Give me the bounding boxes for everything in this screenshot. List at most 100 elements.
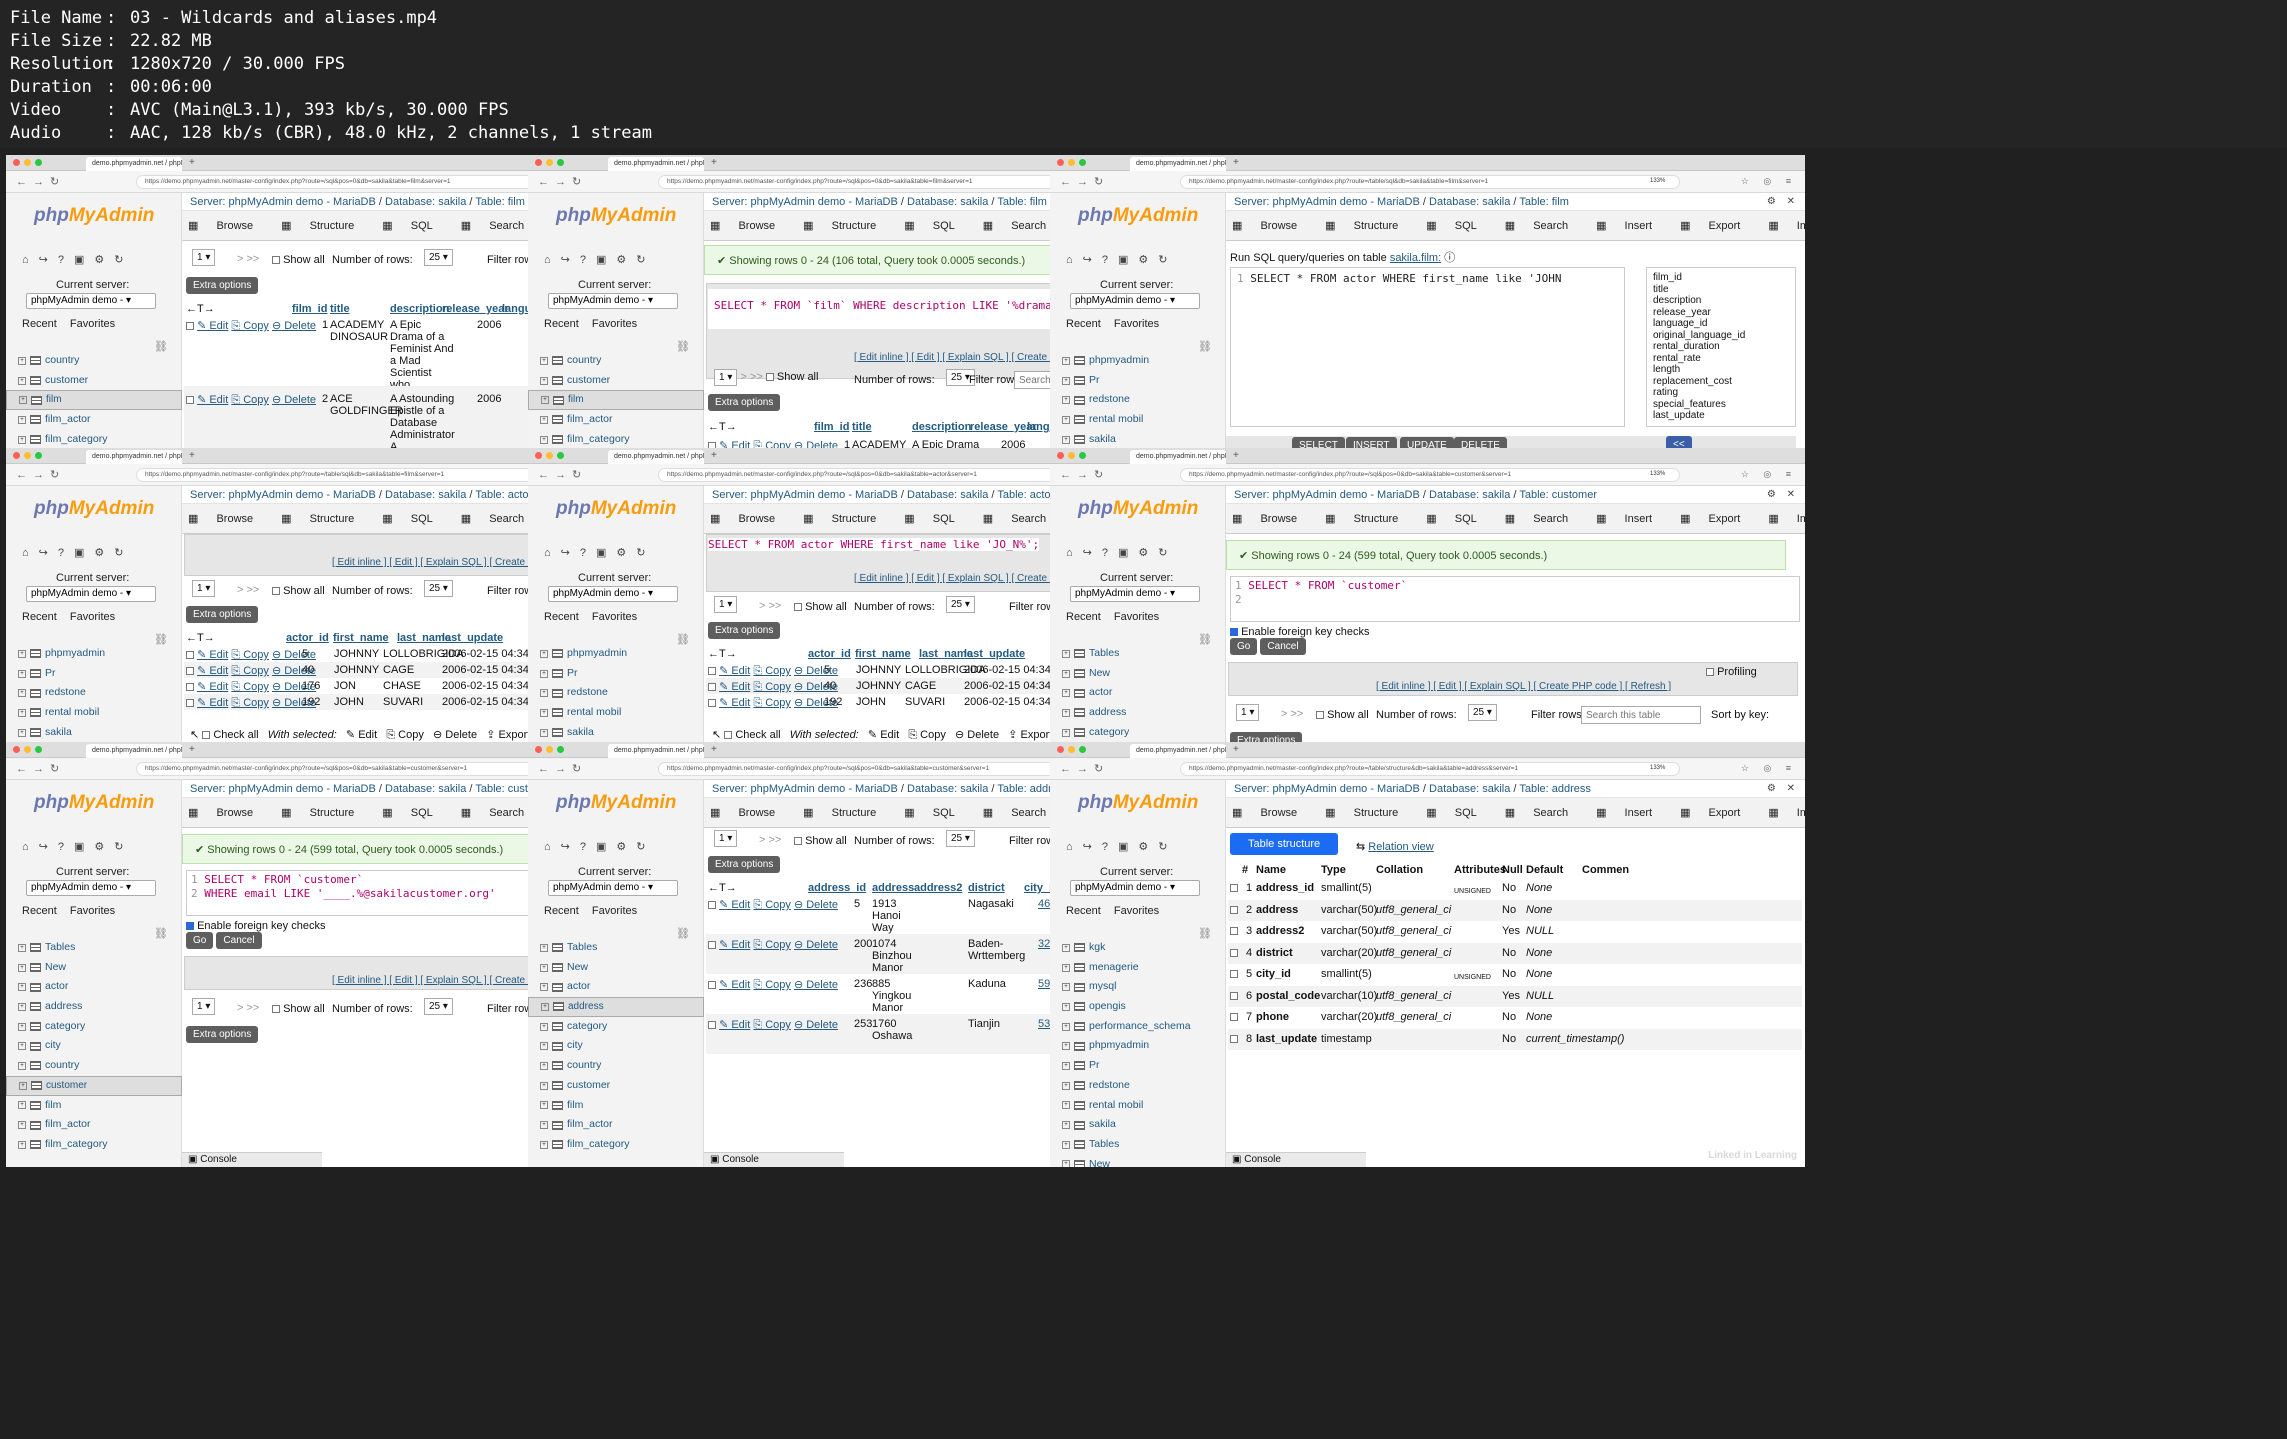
browser-tab[interactable]: demo.phpmyadmin.net / phpM bbox=[1130, 157, 1226, 171]
new-tab-icon[interactable]: + bbox=[1233, 744, 1239, 755]
rows-select-wrap[interactable]: 25 ▾ bbox=[424, 580, 453, 597]
row-checkbox[interactable] bbox=[186, 396, 194, 405]
link-icon[interactable]: ⛓ bbox=[1198, 340, 1212, 353]
tree-item[interactable]: +address bbox=[1062, 703, 1226, 723]
delete-link[interactable]: ⊖ Delete bbox=[794, 1019, 838, 1031]
row-checkbox[interactable] bbox=[708, 901, 716, 910]
row-checkbox[interactable] bbox=[708, 1021, 716, 1030]
row-actions[interactable]: ✎ Edit ⎘ Copy ⊖ Delete bbox=[708, 1018, 838, 1032]
breadcrumb-server[interactable]: Server: phpMyAdmin demo - MariaDB bbox=[190, 783, 376, 795]
row-checkbox[interactable] bbox=[1230, 947, 1238, 959]
menu-export[interactable]: ▦ Export bbox=[1680, 513, 1754, 525]
tree-item[interactable]: +customer bbox=[6, 1075, 182, 1096]
server-select[interactable]: phpMyAdmin demo - ▾ bbox=[548, 293, 678, 309]
tree-item[interactable]: + sakila bbox=[1062, 1115, 1191, 1135]
breadcrumb-table[interactable]: Table: actor bbox=[997, 489, 1054, 501]
page-next[interactable]: > >> bbox=[759, 834, 781, 846]
row-actions[interactable]: ✎ Edit ⎘ Copy ⊖ Delete bbox=[708, 978, 838, 992]
copy-link[interactable]: ⎘ Copy bbox=[231, 681, 269, 693]
new-tab-icon[interactable]: + bbox=[711, 450, 717, 461]
header-cell[interactable]: actor_id bbox=[286, 632, 329, 644]
nav-buttons-icon[interactable]: ←→↻ bbox=[1060, 175, 1109, 188]
tree-item[interactable]: + performance_schema bbox=[1062, 1017, 1191, 1037]
tree-item[interactable]: +customer bbox=[18, 371, 182, 391]
column-arrows[interactable]: ←T→ bbox=[186, 303, 215, 315]
edit-link[interactable]: ✎ Edit bbox=[719, 697, 750, 709]
edit-link[interactable]: ✎ Edit bbox=[719, 665, 750, 677]
header-cell[interactable]: last_update bbox=[442, 632, 503, 644]
tree-item[interactable]: +country bbox=[540, 351, 704, 371]
sidebar-icons[interactable]: ⌂↪?▣⚙↻ bbox=[22, 840, 133, 853]
edit-link[interactable]: ✎ Edit bbox=[197, 665, 228, 677]
tree-item[interactable]: + redstone bbox=[540, 683, 704, 703]
tree-item[interactable]: +film_actor bbox=[18, 1115, 182, 1135]
settings-icon[interactable]: ⚙ ✕ bbox=[1767, 196, 1799, 207]
edit-link[interactable]: ✎ Edit bbox=[719, 1019, 750, 1031]
tree-item[interactable]: +film bbox=[540, 1096, 704, 1116]
sidebar-icons[interactable]: ⌂↪?▣⚙↻ bbox=[544, 546, 655, 559]
menu-sql[interactable]: ▦ SQL bbox=[904, 513, 968, 525]
tree-item[interactable]: +category bbox=[540, 1017, 704, 1037]
browser-tab[interactable]: demo.phpmyadmin.net / phpM bbox=[608, 450, 704, 464]
tree-item[interactable]: + Pr bbox=[1062, 371, 1149, 391]
bulk-actions[interactable]: ↖ Check all With selected: ✎ Edit ⎘ Copy… bbox=[712, 728, 1052, 742]
tree-item[interactable]: +address bbox=[528, 997, 704, 1017]
column-header[interactable]: first_name bbox=[333, 632, 389, 644]
page-controls[interactable]: 1 ▾ > >> Show all bbox=[714, 369, 818, 386]
column-header[interactable]: last_update bbox=[442, 632, 503, 644]
column-header[interactable]: actor_id bbox=[286, 632, 329, 644]
relation-view-tab[interactable]: ⇆ Relation view bbox=[1356, 840, 1434, 853]
header-cell[interactable]: first_name bbox=[333, 632, 389, 644]
show-all-label[interactable]: Show all bbox=[805, 601, 847, 613]
column-arrows[interactable]: ←T→ bbox=[708, 648, 737, 660]
menu-browse[interactable]: ▦ Browse bbox=[710, 513, 789, 525]
recent-tab[interactable]: Recent bbox=[1066, 318, 1101, 330]
menu-sql[interactable]: ▦ SQL bbox=[382, 220, 446, 232]
breadcrumb-server[interactable]: Server: phpMyAdmin demo - MariaDB bbox=[712, 489, 898, 501]
new-tab-icon[interactable]: + bbox=[189, 157, 195, 168]
menu-insert[interactable]: ▦ Insert bbox=[1596, 807, 1666, 819]
edit-link[interactable]: ✎ Edit bbox=[197, 681, 228, 693]
menu-structure[interactable]: ▦ Structure bbox=[281, 513, 368, 525]
page-select[interactable]: 1 ▾ bbox=[192, 249, 216, 266]
window-controls[interactable] bbox=[13, 452, 42, 459]
tree-item[interactable]: + mysql bbox=[1062, 977, 1191, 997]
column-option[interactable]: description bbox=[1653, 295, 1789, 307]
menu-browse[interactable]: ▦ Browse bbox=[1232, 220, 1311, 232]
new-tab-icon[interactable]: + bbox=[1233, 157, 1239, 168]
menu-structure[interactable]: ▦ Structure bbox=[803, 513, 890, 525]
edit-link[interactable]: ✎ Edit bbox=[197, 649, 228, 661]
nav-buttons-icon[interactable]: ←→↻ bbox=[16, 468, 65, 481]
row-checkbox[interactable] bbox=[708, 683, 716, 692]
row-checkbox[interactable] bbox=[1230, 904, 1238, 916]
tree-item[interactable]: +Tables bbox=[1062, 1135, 1191, 1155]
tree-item[interactable]: +film bbox=[6, 390, 182, 411]
page-select[interactable]: 1 ▾ bbox=[1236, 704, 1260, 721]
column-option[interactable]: original_language_id bbox=[1653, 330, 1789, 342]
column-header[interactable]: actor_id bbox=[808, 648, 851, 660]
extra-options-button[interactable]: Extra options bbox=[186, 277, 259, 294]
column-header[interactable]: last_update bbox=[964, 648, 1025, 660]
breadcrumb-server[interactable]: Server: phpMyAdmin demo - MariaDB bbox=[712, 196, 898, 208]
favorites-tab[interactable]: Favorites bbox=[1114, 318, 1159, 330]
fk-checkbox[interactable]: Enable foreign key checks bbox=[1230, 626, 1369, 638]
phpmyadmin-logo[interactable]: phpMyAdmin bbox=[34, 205, 154, 227]
tree-item[interactable]: +film_category bbox=[540, 1135, 704, 1155]
show-all[interactable]: Show all bbox=[272, 585, 325, 597]
settings-icon[interactable]: ⚙ ✕ bbox=[1767, 489, 1799, 500]
page-select[interactable]: 1 ▾ bbox=[714, 596, 738, 613]
tree-item[interactable]: + phpmyadmin bbox=[1062, 351, 1149, 371]
server-select[interactable]: phpMyAdmin demo - ▾ bbox=[548, 586, 678, 602]
menu-sql[interactable]: ▦ SQL bbox=[382, 807, 446, 819]
row-checkbox[interactable] bbox=[186, 322, 194, 331]
phpmyadmin-logo[interactable]: phpMyAdmin bbox=[1078, 498, 1198, 520]
copy-link[interactable]: ⎘ Copy bbox=[753, 979, 791, 991]
column-option[interactable]: special_features bbox=[1653, 399, 1789, 411]
breadcrumb-table[interactable]: Table: customer bbox=[1519, 489, 1597, 501]
menu-browse[interactable]: ▦ Browse bbox=[1232, 513, 1311, 525]
show-all-label[interactable]: Show all bbox=[283, 254, 325, 266]
column-header[interactable]: film_id bbox=[814, 421, 849, 433]
tree-item[interactable]: + sakila bbox=[18, 723, 182, 743]
tree-item[interactable]: +city bbox=[18, 1036, 182, 1056]
tree-item[interactable]: +New bbox=[1062, 664, 1226, 684]
